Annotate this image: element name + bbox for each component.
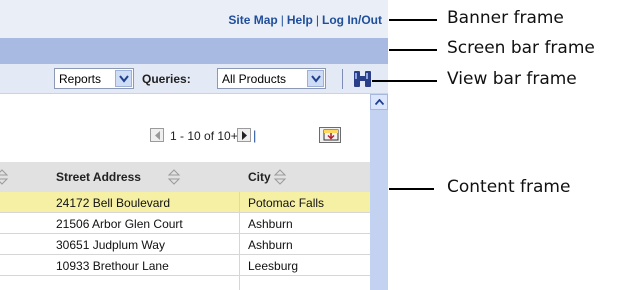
view-bar-frame: Reports Queries: All Products — [0, 64, 388, 94]
help-link[interactable]: Help — [287, 13, 313, 27]
reports-select[interactable]: Reports — [54, 68, 134, 89]
link-separator: | — [280, 13, 284, 27]
column-divider — [239, 192, 240, 290]
screen-bar-callout-line — [389, 49, 437, 51]
site-map-link[interactable]: Site Map — [228, 13, 277, 27]
view-bar-frame-label: View bar frame — [447, 69, 577, 89]
queries-select-value: All Products — [222, 72, 287, 86]
pager-separator: | — [253, 128, 257, 143]
sort-icon[interactable] — [272, 166, 288, 192]
scroll-up-button[interactable] — [370, 94, 388, 110]
city-cell: Ashburn — [248, 238, 293, 252]
table-row[interactable]: 24172 Bell Boulevard Potomac Falls — [0, 192, 370, 213]
table-header: Street Address City — [0, 162, 370, 192]
reports-select-value: Reports — [59, 72, 102, 86]
screen-bar-frame — [0, 38, 388, 64]
table-row[interactable]: 10933 Brethour Lane Leesburg — [0, 255, 370, 276]
city-cell: Leesburg — [248, 259, 299, 273]
content-frame-label: Content frame — [447, 177, 571, 197]
chevron-down-icon[interactable] — [115, 70, 132, 87]
vertical-scrollbar[interactable] — [370, 94, 388, 290]
column-header-city[interactable]: City — [248, 170, 271, 184]
next-page-button[interactable] — [237, 128, 251, 142]
street-address-cell: 21506 Arbor Glen Court — [56, 217, 183, 231]
table-row[interactable]: 30651 Judplum Way Ashburn — [0, 234, 370, 255]
banner-frame: Site Map | Help | Log In/Out — [0, 0, 388, 38]
street-address-cell: 24172 Bell Boulevard — [56, 196, 171, 210]
export-icon[interactable] — [319, 127, 341, 143]
street-address-cell: 30651 Judplum Way — [56, 238, 165, 252]
content-frame: 1 - 10 of 10+ | Street Address City 2417… — [0, 94, 370, 290]
banner-frame-label: Banner frame — [447, 8, 564, 28]
city-cell: Potomac Falls — [248, 196, 325, 210]
queries-label: Queries: — [142, 72, 191, 86]
content-callout-line — [389, 188, 434, 190]
log-in-out-link[interactable]: Log In/Out — [322, 13, 382, 27]
column-header-street-address[interactable]: Street Address — [56, 170, 141, 184]
view-bar-callout-line — [372, 80, 437, 82]
table-row[interactable]: 21506 Arbor Glen Court Ashburn — [0, 213, 370, 234]
sort-icon[interactable] — [0, 166, 10, 192]
pager-range: 1 - 10 of 10+ — [170, 129, 238, 143]
app-screenshot: Site Map | Help | Log In/Out Reports Queries… — [0, 0, 388, 290]
binoculars-icon[interactable] — [352, 69, 374, 93]
queries-select[interactable]: All Products — [217, 68, 326, 89]
street-address-cell: 10933 Brethour Lane — [56, 259, 169, 273]
city-cell: Ashburn — [248, 217, 293, 231]
sort-icon[interactable] — [166, 166, 182, 192]
screen-bar-frame-label: Screen bar frame — [447, 38, 595, 58]
link-separator: | — [315, 13, 320, 27]
previous-page-button[interactable] — [150, 128, 164, 142]
banner-callout-line — [389, 19, 437, 21]
banner-links: Site Map | Help | Log In/Out — [228, 13, 382, 27]
chevron-down-icon[interactable] — [307, 70, 324, 87]
toolbar-divider — [342, 69, 343, 89]
